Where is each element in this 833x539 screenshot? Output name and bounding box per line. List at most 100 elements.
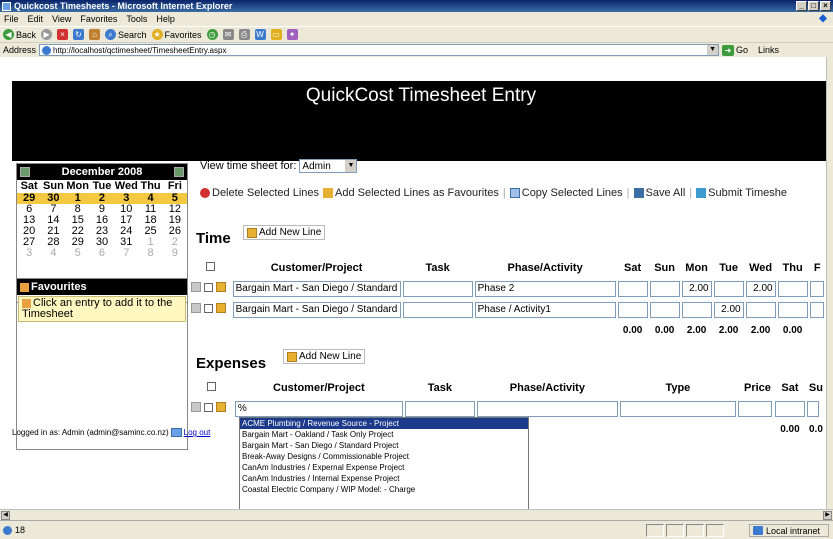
select-all-checkbox[interactable]: [206, 262, 216, 271]
menu-edit[interactable]: Edit: [28, 14, 44, 24]
calendar-day[interactable]: 3: [17, 248, 41, 259]
maximize-button[interactable]: □: [808, 1, 819, 11]
tue-input[interactable]: [713, 280, 744, 297]
stop-icon[interactable]: ×: [57, 29, 69, 40]
menu-tools[interactable]: Tools: [126, 14, 147, 24]
vertical-scrollbar[interactable]: [826, 57, 833, 509]
favourite-star-icon[interactable]: [216, 402, 227, 412]
calendar-day[interactable]: 9: [163, 248, 187, 259]
sun-input[interactable]: [649, 280, 680, 297]
refresh-icon[interactable]: ↻: [73, 29, 85, 40]
save-all-button[interactable]: Save All: [633, 187, 685, 199]
save-icon: [633, 188, 644, 198]
expenses-add-line-button[interactable]: Add New Line: [283, 349, 366, 364]
col-phase: Phase/Activity: [509, 382, 585, 394]
menu-favorites[interactable]: Favorites: [80, 14, 117, 24]
calendar-day[interactable]: 5: [66, 248, 90, 259]
expense-task-input[interactable]: [404, 400, 475, 417]
calendar-grid: Sat Sun Mon Tue Wed Thu Fri 29 30 1 2 3 4 5 6 7 8 9 10 11 12…: [17, 180, 187, 259]
autocomplete-item[interactable]: Bargain Mart - San Diego / Standard Proj…: [240, 440, 528, 451]
menu-view[interactable]: View: [52, 14, 71, 24]
tue-input[interactable]: 2.00: [713, 301, 744, 318]
row-handle-icon[interactable]: [191, 402, 201, 412]
autocomplete-item[interactable]: ACME Plumbing / Revenue Source - Project: [240, 418, 528, 429]
address-input[interactable]: http://localhost/qctimesheet/TimesheetEn…: [39, 44, 720, 56]
time-add-line-button[interactable]: Add New Line: [243, 225, 326, 240]
go-button[interactable]: ➜ Go: [722, 44, 748, 56]
next-month-icon[interactable]: [173, 167, 184, 177]
wed-input[interactable]: [745, 301, 776, 318]
close-button[interactable]: ×: [820, 1, 831, 11]
sat-input[interactable]: [617, 301, 648, 318]
history-icon[interactable]: ◷: [206, 29, 218, 40]
mon-input[interactable]: 2.00: [681, 280, 712, 297]
fri-input[interactable]: [809, 301, 824, 318]
delete-lines-button[interactable]: Delete Selected Lines: [200, 187, 319, 199]
project-input[interactable]: Bargain Mart - San Diego / Standard P: [232, 280, 401, 297]
autocomplete-item[interactable]: CanAm Industries / Internal Expense Proj…: [240, 473, 528, 484]
thu-input[interactable]: [777, 301, 808, 318]
calendar-day[interactable]: 8: [138, 248, 162, 259]
print-icon[interactable]: ⎙: [238, 29, 250, 40]
sat-input[interactable]: [617, 280, 648, 297]
expense-sun-input[interactable]: [806, 400, 819, 417]
row-checkbox[interactable]: [204, 283, 214, 292]
autocomplete-item[interactable]: Bargain Mart - Oakland / Task Only Proje…: [240, 429, 528, 440]
expense-sat-input[interactable]: [774, 400, 805, 417]
favorites-button[interactable]: ★ Favorites: [151, 29, 202, 40]
task-input[interactable]: [402, 280, 473, 297]
expense-project-input[interactable]: %: [234, 400, 403, 417]
mail-icon[interactable]: ✉: [222, 29, 234, 40]
edit-icon[interactable]: W: [254, 29, 266, 40]
calendar-day[interactable]: 6: [90, 248, 114, 259]
menu-help[interactable]: Help: [156, 14, 175, 24]
autocomplete-item[interactable]: Break-Away Designs / Commissionable Proj…: [240, 451, 528, 462]
calendar-day[interactable]: 7: [114, 248, 138, 259]
home-icon[interactable]: ⌂: [89, 29, 101, 40]
menu-file[interactable]: File: [4, 14, 19, 24]
scroll-right-icon[interactable]: ▶: [823, 511, 832, 520]
autocomplete-item[interactable]: CanAm Industries / Expernal Expense Proj…: [240, 462, 528, 473]
submit-timesheet-button[interactable]: Submit Timeshe: [696, 187, 787, 199]
col-customer-project: Customer/Project: [270, 262, 363, 274]
thu-input[interactable]: [777, 280, 808, 297]
links-button[interactable]: Links: [758, 45, 779, 55]
row-handle-icon[interactable]: [191, 303, 201, 313]
messenger-icon[interactable]: ✦: [286, 29, 298, 40]
copy-lines-button[interactable]: Copy Selected Lines: [509, 187, 623, 199]
search-button[interactable]: ⌕ Search: [105, 29, 147, 40]
go-arrow-icon: ➜: [722, 44, 735, 56]
row-handle-icon[interactable]: [191, 282, 201, 292]
expense-type-input[interactable]: [619, 400, 736, 417]
phase-input[interactable]: Phase 2: [474, 280, 616, 297]
project-input[interactable]: Bargain Mart - San Diego / Standard P: [232, 301, 401, 318]
phase-input[interactable]: Phase / Activity1: [474, 301, 616, 318]
expense-phase-input[interactable]: [476, 400, 618, 417]
add-favourites-button[interactable]: Add Selected Lines as Favourites: [323, 187, 499, 199]
logout-icon[interactable]: [170, 428, 182, 437]
scroll-left-icon[interactable]: ◀: [1, 511, 10, 520]
chevron-down-icon[interactable]: ▼: [707, 45, 719, 55]
favourite-star-icon[interactable]: [216, 303, 227, 313]
fri-input[interactable]: [809, 280, 824, 297]
sun-input[interactable]: [649, 301, 680, 318]
expense-price-input[interactable]: [737, 400, 772, 417]
view-for: View time sheet for: Admin ▼: [200, 159, 358, 173]
row-checkbox[interactable]: [204, 304, 214, 313]
back-button[interactable]: ◀ Back: [3, 29, 36, 40]
prev-month-icon[interactable]: [20, 167, 30, 177]
folder-icon[interactable]: ▭: [270, 29, 282, 40]
col-sun: Su: [808, 382, 823, 394]
user-select[interactable]: Admin ▼: [299, 159, 358, 173]
favourite-star-icon[interactable]: [216, 282, 227, 292]
row-checkbox[interactable]: [204, 403, 214, 412]
minimize-button[interactable]: _: [796, 1, 807, 11]
select-all-checkbox[interactable]: [207, 382, 217, 391]
calendar-day[interactable]: 4: [41, 248, 65, 259]
horizontal-scrollbar[interactable]: ◀ ▶: [0, 509, 833, 520]
task-input[interactable]: [402, 301, 473, 318]
forward-arrow-icon[interactable]: ▶: [41, 29, 53, 40]
mon-input[interactable]: [681, 301, 712, 318]
autocomplete-item[interactable]: Coastal Electric Company / WIP Model: - …: [240, 484, 528, 495]
wed-input[interactable]: 2.00: [745, 280, 776, 297]
